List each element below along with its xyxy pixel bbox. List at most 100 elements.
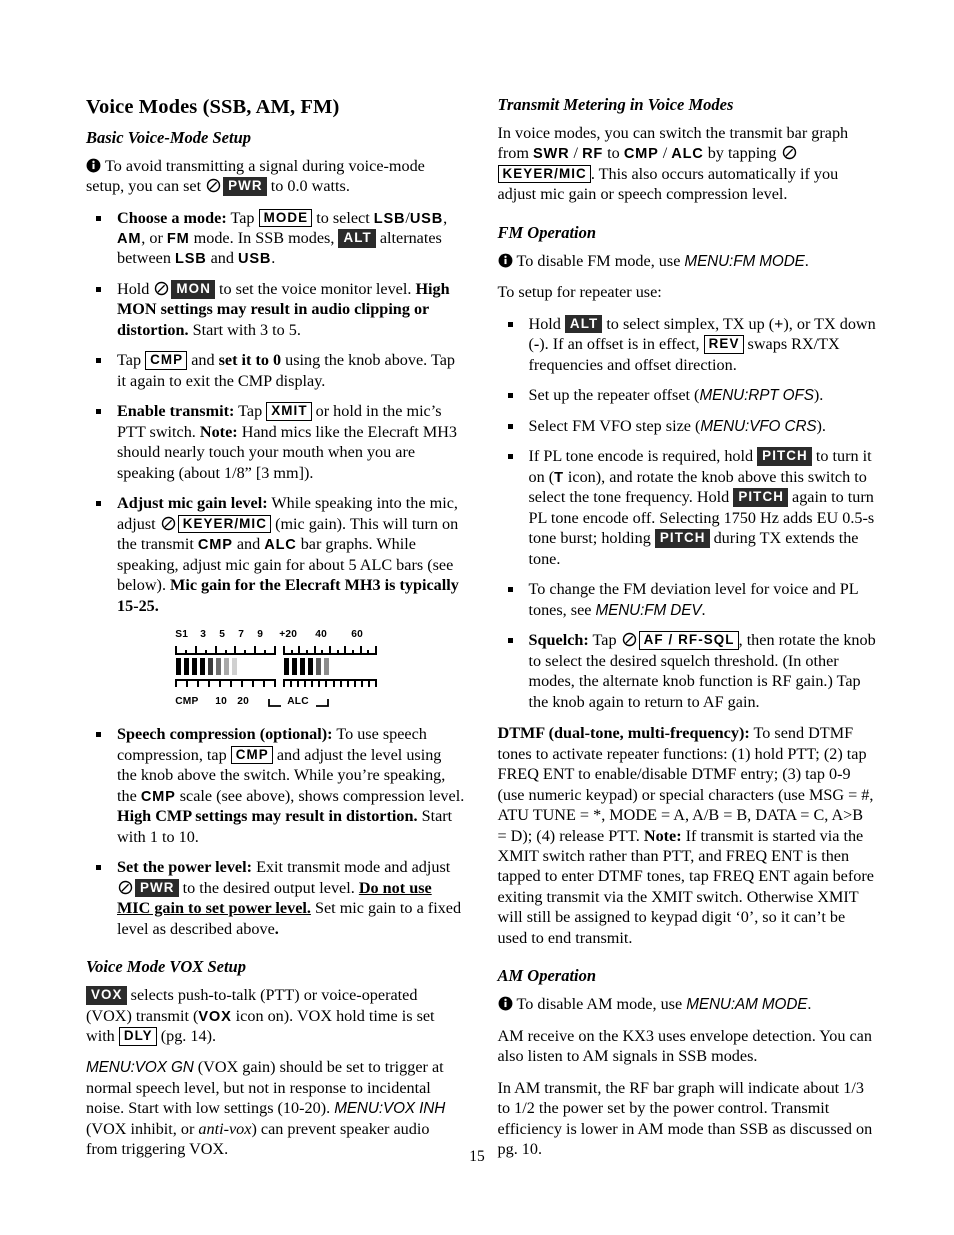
- knob-icon: [154, 281, 169, 296]
- label-rf: RF: [582, 146, 604, 163]
- vox-gain-paragraph: MENU:VOX GN (VOX gain) should be set to …: [86, 1057, 465, 1159]
- bullet-speech-compression: Speech compression (optional): To use sp…: [86, 724, 465, 847]
- tick-mark: [283, 679, 286, 688]
- tick-mark: [314, 646, 317, 656]
- left-column: Voice Modes (SSB, AM, FM) Basic Voice-Mo…: [86, 96, 465, 1171]
- key-xmit[interactable]: XMIT: [266, 402, 312, 421]
- label-alc: ALC: [264, 537, 297, 554]
- knob-icon: [161, 516, 176, 531]
- mode-lsb: LSB: [373, 210, 406, 227]
- intro-text-2: to 0.0 watts.: [270, 177, 350, 196]
- tick-baseline: [175, 679, 275, 682]
- knob-icon: [622, 632, 637, 647]
- fm-info-t2: .: [804, 251, 809, 270]
- mode-lsb-2: LSB: [174, 251, 207, 268]
- transmit-bar-graph-figure: S1 3 5 7 9 +20 40 60 CMP 10 20 ALC: [86, 629, 465, 711]
- bullet-fm-deviation: To change the FM deviation level for voi…: [498, 579, 877, 620]
- scale-label: ALC: [287, 696, 309, 708]
- tick-mark: [175, 679, 178, 688]
- mode-usb: USB: [409, 210, 444, 227]
- menu-vfo-crs: MENU:VFO CRS: [700, 417, 817, 435]
- bar-segment: [192, 658, 198, 676]
- two-column-body: Voice Modes (SSB, AM, FM) Basic Voice-Mo…: [86, 95, 877, 1171]
- cmp-zero-t2: and: [191, 351, 215, 370]
- tick-mark: [352, 650, 355, 656]
- label-swr: SWR: [533, 146, 570, 163]
- vox-paragraph: VOX selects push-to-talk (PTT) or voice-…: [86, 985, 465, 1046]
- bullet-vfo-step-size: Select FM VFO step size (MENU:VFO CRS).: [498, 416, 877, 436]
- vox-gain-t2: (VOX inhibit, or: [86, 1119, 195, 1138]
- tick-mark: [321, 650, 324, 656]
- pl-tone-t1: If PL tone encode is required, hold: [528, 447, 754, 466]
- alt-offset-t2: to select simplex, TX up (: [606, 314, 775, 333]
- key-rev[interactable]: REV: [703, 335, 744, 354]
- metering-t2: to: [607, 144, 620, 163]
- speech-compression-lead: Speech compression (optional):: [117, 725, 333, 744]
- info-icon: [498, 253, 513, 268]
- key-mon[interactable]: MON: [171, 279, 215, 299]
- speech-compression-bold: High CMP settings may result in distorti…: [117, 807, 418, 826]
- vox-t3: (pg. 14).: [160, 1027, 217, 1045]
- key-pitch[interactable]: PITCH: [757, 447, 812, 466]
- key-af-rf-sql[interactable]: AF / RF-SQL: [638, 631, 739, 650]
- key-alt[interactable]: ALT: [564, 314, 603, 334]
- bar-graph-bars: [175, 658, 375, 676]
- tick-mark: [290, 679, 293, 688]
- bar-segment: [200, 658, 206, 676]
- tick-mark: [234, 646, 237, 656]
- label-cmp: CMP: [197, 537, 233, 554]
- fm-dev-t2: .: [701, 600, 706, 619]
- scale-label: 20: [237, 696, 249, 708]
- tick-mark: [333, 679, 336, 688]
- mode-comma: ,: [443, 208, 448, 227]
- choose-mode-period: .: [271, 249, 276, 268]
- scale-label: 60: [351, 629, 363, 641]
- vfo-crs-t2: ).: [816, 416, 826, 435]
- info-icon: [86, 158, 101, 173]
- tick-mark: [185, 650, 188, 656]
- anti-vox-italic: anti-vox: [198, 1119, 252, 1138]
- key-cmp[interactable]: CMP: [145, 351, 188, 370]
- choose-mode-t4: mode. In SSB modes,: [193, 228, 335, 247]
- mic-gain-t3: and: [236, 535, 261, 554]
- key-pwr[interactable]: PWR: [135, 878, 179, 898]
- bar-segment: [208, 658, 214, 676]
- key-keyer-mic[interactable]: KEYER/MIC: [497, 164, 591, 184]
- mon-t1: Hold: [117, 279, 150, 298]
- section-heading-voice-mode-vox-setup: Voice Mode VOX Setup: [86, 957, 246, 977]
- menu-fm-mode: MENU:FM MODE: [684, 252, 805, 270]
- fm-info-note: To disable FM mode, use MENU:FM MODE.: [498, 251, 877, 271]
- tick-mark: [306, 650, 309, 656]
- key-vox[interactable]: VOX: [86, 986, 127, 1005]
- power-level-lead: Set the power level:: [117, 858, 253, 877]
- scale-label: S1: [175, 629, 189, 641]
- key-pitch[interactable]: PITCH: [654, 529, 710, 548]
- key-pwr[interactable]: PWR: [223, 177, 267, 196]
- section-heading-basic-voice-mode-setup: Basic Voice-Mode Setup: [86, 127, 251, 147]
- tick-mark: [274, 679, 277, 688]
- key-keyer-mic[interactable]: KEYER/MIC: [177, 514, 272, 534]
- tick-mark: [337, 650, 340, 656]
- squelch-lead: Squelch:: [528, 631, 589, 650]
- bar-segment: [184, 658, 190, 676]
- bar-graph-bottom-labels: CMP 10 20 ALC: [175, 696, 375, 710]
- alt-offset-t1: Hold: [528, 314, 561, 333]
- tick-mark: [340, 679, 343, 688]
- tick-mark: [375, 646, 378, 656]
- scale-label: 9: [257, 629, 264, 641]
- key-dly[interactable]: DLY: [118, 1027, 157, 1046]
- rpt-ofs-t1: Set up the repeater offset (: [528, 386, 700, 405]
- tick-mark: [225, 650, 228, 656]
- bar-segment: [176, 658, 182, 676]
- metering-paragraph: In voice modes, you can switch the trans…: [497, 123, 877, 205]
- label-cmp: CMP: [140, 788, 176, 805]
- metering-sep-1: /: [573, 144, 579, 163]
- key-alt[interactable]: ALT: [338, 228, 376, 248]
- scale-label: 7: [238, 629, 245, 641]
- choose-mode-t3: , or: [141, 228, 163, 247]
- tick-mark: [297, 679, 300, 688]
- menu-rpt-ofs: MENU:RPT OFS: [699, 387, 814, 405]
- key-mode[interactable]: MODE: [258, 208, 313, 228]
- key-pitch[interactable]: PITCH: [733, 488, 788, 507]
- key-cmp[interactable]: CMP: [230, 745, 273, 765]
